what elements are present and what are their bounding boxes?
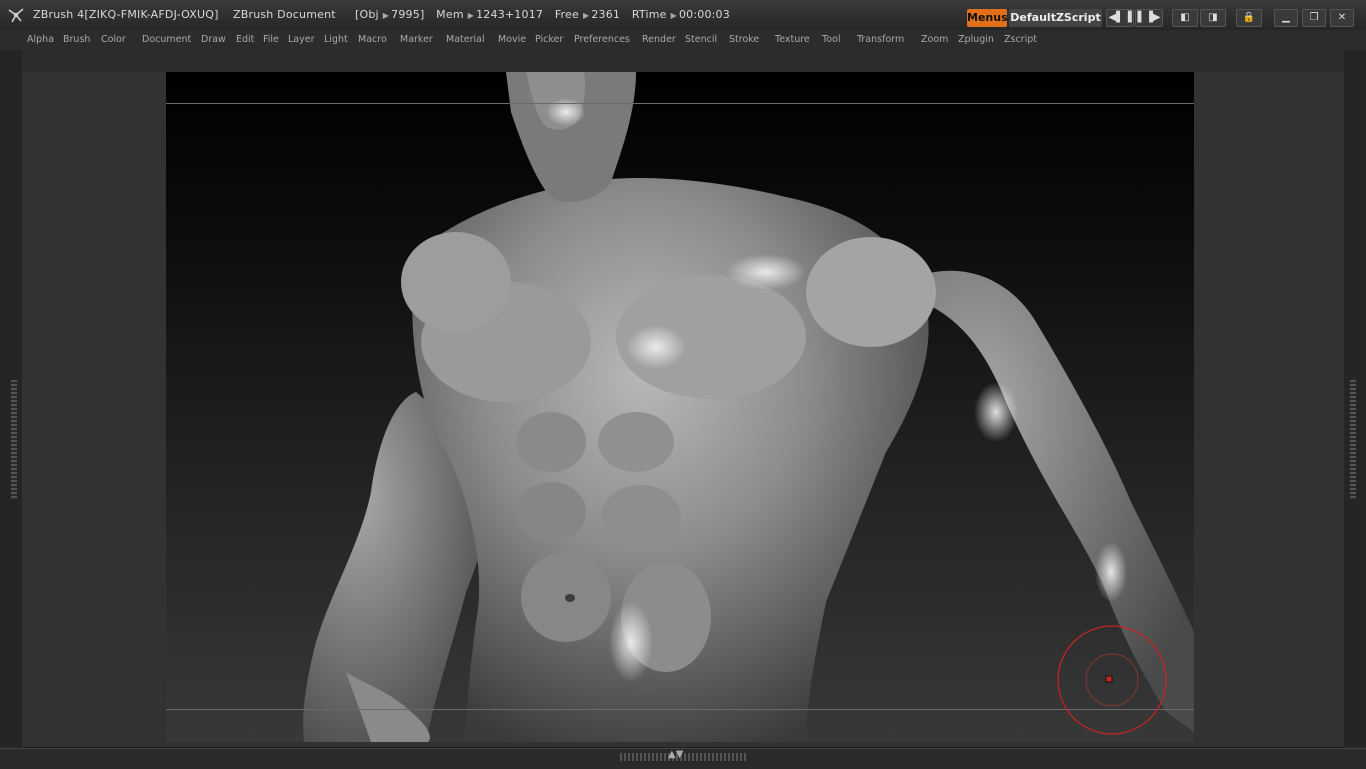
- brush-cursor-icon: [1057, 625, 1167, 735]
- close-icon[interactable]: ✕: [1330, 9, 1354, 27]
- guide-line-top: [166, 103, 1194, 104]
- layout-swap-icon[interactable]: ◨: [1200, 9, 1226, 27]
- menu-edit[interactable]: Edit: [236, 34, 254, 45]
- top-shelf: [0, 50, 1366, 72]
- zbrush-logo-icon: [8, 8, 24, 23]
- expand-arrows-icon[interactable]: ▲▼: [668, 749, 683, 760]
- left-tray: [0, 50, 22, 750]
- free-label: Free: [554, 8, 579, 21]
- obj-label: [Obj: [355, 8, 379, 21]
- menu-stroke[interactable]: Stroke: [729, 34, 759, 45]
- menu-render[interactable]: Render: [642, 34, 676, 45]
- menu-file[interactable]: File: [263, 34, 279, 45]
- minimize-icon[interactable]: ▁: [1274, 9, 1298, 27]
- restore-icon[interactable]: ❐: [1302, 9, 1326, 27]
- menu-material[interactable]: Material: [446, 34, 485, 45]
- rtime-label: RTime: [631, 8, 667, 21]
- rtime-value: 00:00:03: [678, 8, 730, 21]
- menu-transform[interactable]: Transform: [857, 34, 904, 45]
- status-readout: [Obj ▶ 7995] Mem ▶ 1243+1017 Free ▶ 2361 RTime…: [355, 8, 732, 21]
- app-title: ZBrush 4[ZIKQ-FMIK-AFDJ-OXUQ]: [33, 8, 219, 21]
- menu-light[interactable]: Light: [324, 34, 348, 45]
- menu-color[interactable]: Color: [101, 34, 126, 45]
- default-zscript-button[interactable]: DefaultZScript: [1009, 9, 1102, 27]
- right-tray-handle[interactable]: [1350, 380, 1356, 500]
- mem-value: 1243+1017: [476, 8, 544, 21]
- layout-icon[interactable]: ◧: [1172, 9, 1198, 27]
- guide-line-bottom: [166, 709, 1194, 710]
- menu-document[interactable]: Document: [142, 34, 191, 45]
- mem-label: Mem: [436, 8, 464, 21]
- title-bar: ZBrush 4[ZIKQ-FMIK-AFDJ-OXUQ] ZBrush Doc…: [0, 0, 1366, 31]
- menu-layer[interactable]: Layer: [288, 34, 315, 45]
- menu-brush[interactable]: Brush: [63, 34, 90, 45]
- document-title: ZBrush Document: [233, 8, 336, 21]
- menu-macro[interactable]: Macro: [358, 34, 387, 45]
- menu-tool[interactable]: Tool: [822, 34, 840, 45]
- menu-bar: Alpha Brush Color Document Draw Edit Fil…: [0, 30, 1366, 50]
- arrow-right-icon: ▶: [382, 11, 390, 20]
- sculpt-torso: [303, 72, 1194, 742]
- right-tray: [1344, 50, 1366, 750]
- left-tray-handle[interactable]: [11, 380, 17, 500]
- scroll-left-icon[interactable]: ◀▌▐: [1106, 9, 1134, 27]
- menu-alpha[interactable]: Alpha: [27, 34, 54, 45]
- arrow-right-icon: ▶: [467, 11, 475, 20]
- menu-movie[interactable]: Movie: [498, 34, 526, 45]
- scroll-right-icon[interactable]: ▌▐▶: [1135, 9, 1163, 27]
- menu-zplugin[interactable]: Zplugin: [958, 34, 994, 45]
- menu-texture[interactable]: Texture: [775, 34, 810, 45]
- menus-button[interactable]: Menus: [967, 9, 1008, 27]
- menu-marker[interactable]: Marker: [400, 34, 433, 45]
- menu-zscript[interactable]: Zscript: [1004, 34, 1037, 45]
- menu-stencil[interactable]: Stencil: [685, 34, 717, 45]
- menu-picker[interactable]: Picker: [535, 34, 563, 45]
- lock-icon[interactable]: 🔒: [1236, 9, 1262, 27]
- arrow-right-icon: ▶: [582, 11, 590, 20]
- menu-draw[interactable]: Draw: [201, 34, 226, 45]
- arrow-right-icon: ▶: [670, 11, 677, 20]
- obj-value: 7995]: [391, 8, 425, 21]
- bottom-tray: ▲▼: [0, 748, 1366, 769]
- free-value: 2361: [591, 8, 621, 21]
- canvas[interactable]: [166, 72, 1194, 742]
- menu-preferences[interactable]: Preferences: [574, 34, 630, 45]
- menu-zoom[interactable]: Zoom: [921, 34, 948, 45]
